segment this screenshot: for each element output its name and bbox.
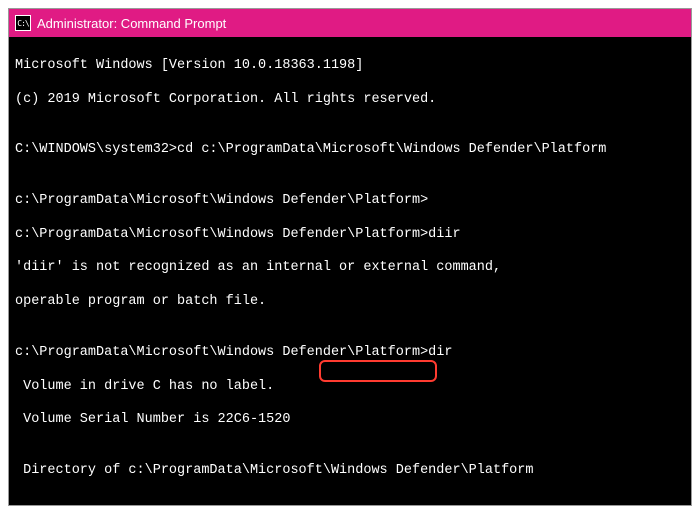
output-line: Volume Serial Number is 22C6-1520 bbox=[15, 412, 685, 429]
window-title: Administrator: Command Prompt bbox=[37, 16, 226, 31]
prompt-line: c:\ProgramData\Microsoft\Windows Defende… bbox=[15, 227, 685, 244]
cmd-icon: C:\ bbox=[15, 15, 31, 31]
titlebar[interactable]: C:\ Administrator: Command Prompt bbox=[9, 9, 691, 37]
prompt-line: c:\ProgramData\Microsoft\Windows Defende… bbox=[15, 345, 685, 362]
terminal-output[interactable]: Microsoft Windows [Version 10.0.18363.11… bbox=[9, 37, 691, 505]
prompt-line: c:\ProgramData\Microsoft\Windows Defende… bbox=[15, 193, 685, 210]
output-line: Directory of c:\ProgramData\Microsoft\Wi… bbox=[15, 463, 685, 480]
prompt-line: C:\WINDOWS\system32>cd c:\ProgramData\Mi… bbox=[15, 142, 685, 159]
command-prompt-window: C:\ Administrator: Command Prompt Micros… bbox=[8, 8, 692, 506]
output-line: operable program or batch file. bbox=[15, 294, 685, 311]
output-line: Volume in drive C has no label. bbox=[15, 379, 685, 396]
output-line: 'diir' is not recognized as an internal … bbox=[15, 260, 685, 277]
output-line: Microsoft Windows [Version 10.0.18363.11… bbox=[15, 58, 685, 75]
output-line: (c) 2019 Microsoft Corporation. All righ… bbox=[15, 92, 685, 109]
